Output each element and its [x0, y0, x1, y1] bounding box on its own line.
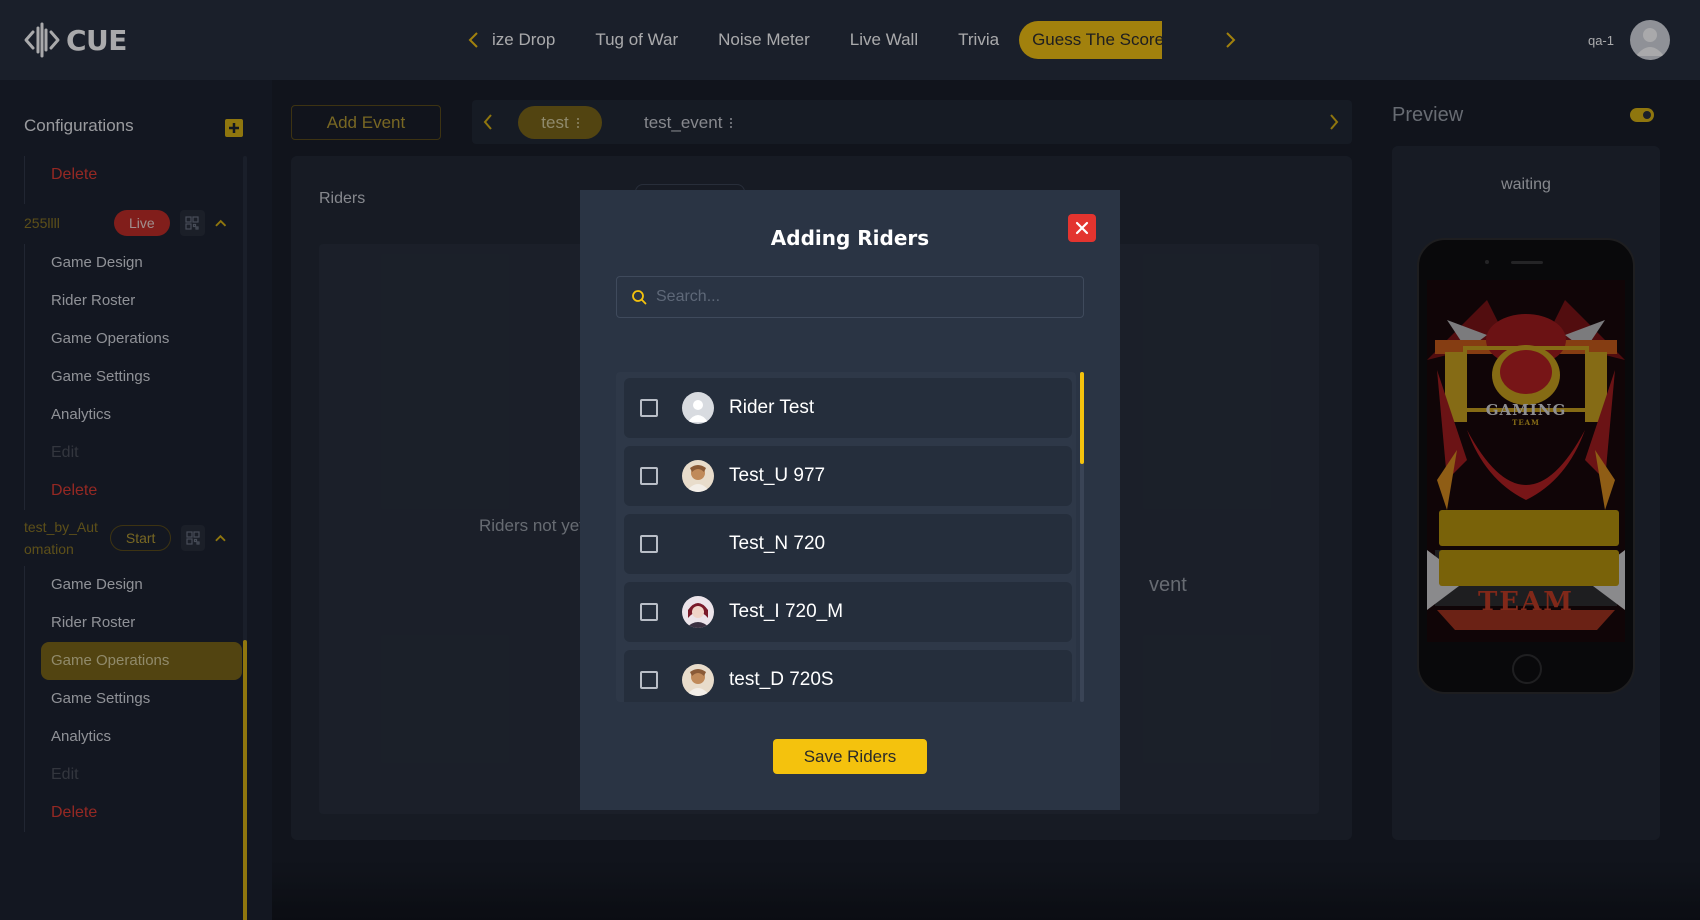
rider-checkbox[interactable] — [640, 535, 658, 553]
rider-name: test_D 720S — [729, 669, 834, 690]
search-box[interactable] — [616, 276, 1084, 318]
rider-photo-avatar — [682, 664, 714, 696]
rider-photo-avatar — [682, 460, 714, 492]
close-icon — [1075, 221, 1089, 235]
empty-avatar — [682, 528, 714, 560]
rider-checkbox[interactable] — [640, 671, 658, 689]
rider-checkbox[interactable] — [640, 399, 658, 417]
save-riders-button[interactable]: Save Riders — [773, 739, 927, 774]
list-item[interactable]: test_D 720S — [624, 650, 1072, 702]
rider-checkbox[interactable] — [640, 467, 658, 485]
rider-name: Test_U 977 — [729, 465, 826, 486]
list-item[interactable]: Rider Test — [624, 378, 1072, 438]
default-avatar-icon — [682, 392, 714, 424]
modal-title: Adding Riders — [770, 226, 930, 250]
rider-photo-avatar — [682, 596, 714, 628]
close-button[interactable] — [1068, 214, 1096, 242]
rider-name: Test_I 720_M — [729, 601, 844, 622]
list-item[interactable]: Test_I 720_M — [624, 582, 1072, 642]
adding-riders-modal: Adding Riders Rider Test Test_U 977 Tes — [580, 190, 1120, 810]
rider-list-scroll-thumb[interactable] — [1080, 372, 1084, 464]
rider-name: Rider Test — [729, 397, 815, 418]
search-input[interactable] — [648, 277, 1083, 317]
list-item[interactable]: Test_U 977 — [624, 446, 1072, 506]
rider-name: Test_N 720 — [729, 533, 826, 554]
rider-list: Rider Test Test_U 977 Test_N 720 Test_I … — [616, 372, 1076, 702]
search-icon — [630, 288, 648, 306]
list-item[interactable]: Test_N 720 — [624, 514, 1072, 574]
rider-checkbox[interactable] — [640, 603, 658, 621]
